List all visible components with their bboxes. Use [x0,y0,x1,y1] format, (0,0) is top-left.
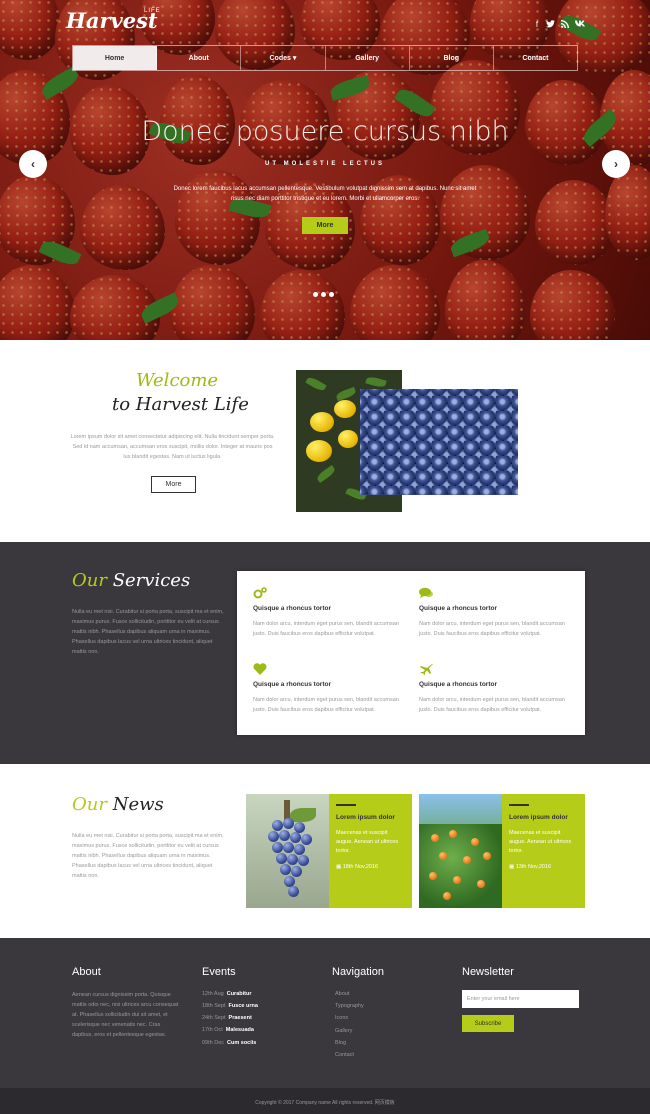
nav-item-contact[interactable]: Contact [494,46,577,70]
service-item: Quisque a rhoncus tortor Nam dolor arcu,… [253,663,409,715]
services-heading-accent: Our [72,570,107,591]
services-heading: Our Services [72,570,190,591]
event-name: Praesent [228,1015,252,1021]
plane-icon [419,663,433,675]
footer-navigation-heading: Navigation [332,966,384,978]
footer-link-icons[interactable]: Icons [335,1015,348,1021]
slider-pagination [313,292,334,297]
facebook-icon[interactable]: f [532,20,542,30]
main-navigation: Home About Codes ▾ Gallery Blog Contact [72,45,578,71]
event-name: Curabitur [226,991,252,997]
event-date: 09th Dec [202,1040,225,1046]
calendar-icon: ▦ [336,864,342,870]
twitter-icon[interactable] [545,20,555,30]
event-date: 17th Oct [202,1027,223,1033]
event-date: 24th Sept [202,1015,226,1021]
nav-item-gallery[interactable]: Gallery [326,46,410,70]
news-card-text: Maecenas et suscipit augue. Aenean ut ul… [336,830,399,854]
footer-link-gallery[interactable]: Gallery [335,1028,352,1034]
event-date: 18th Sept [202,1003,226,1009]
footer-events-heading: Events [202,966,236,978]
event-item[interactable]: 18th Sept Fusce urna [202,1003,258,1009]
calendar-icon: ▦ [509,864,515,870]
event-name: Malesuada [225,1027,254,1033]
hero-more-button[interactable]: More [302,217,348,234]
news-card-date: ▦ 18th Nov,2016 [336,864,405,870]
event-item[interactable]: 12th Aug Curabitur [202,991,251,997]
news-heading-accent: Our [72,794,107,815]
news-text: Nulla eu met nisi. Curabitur si porta po… [72,833,224,879]
news-heading-rest: News [112,794,164,815]
news-card-date-text: 18th Nov,2016 [342,864,379,870]
slider-dot[interactable] [313,292,318,297]
news-card-divider [509,804,529,806]
service-text: Nam dolor arcu, interdum eget purus sen,… [253,621,399,637]
heart-icon [253,663,267,675]
news-card[interactable]: Lorem ipsum dolor Maecenas et suscipit a… [502,794,585,908]
service-item: Quisque a rhoncus tortor Nam dolor arcu,… [253,587,409,639]
logo-tagline: LIFE [144,8,161,14]
service-title: Quisque a rhoncus tortor [253,681,332,688]
event-item[interactable]: 17th Oct Malesuada [202,1027,254,1033]
service-text: Nam dolor arcu, interdum eget purus sen,… [253,697,399,713]
welcome-script-heading: Welcome [136,370,219,391]
welcome-heading: to Harvest Life [112,394,249,415]
service-title: Quisque a rhoncus tortor [419,605,498,612]
event-date: 12th Aug [202,991,224,997]
event-name: Cum sociis [227,1040,257,1046]
footer-link-about[interactable]: About [335,991,349,997]
slider-prev-arrow-icon[interactable]: ‹ [19,150,47,178]
nav-item-about[interactable]: About [157,46,242,70]
hero-slider: Harvest LIFE f Home About Codes ▾ Galler… [0,0,650,340]
hero-subtitle: UT MOLESTIE LECTUS [265,161,385,167]
welcome-more-button[interactable]: More [151,476,196,493]
news-heading: Our News [72,794,164,815]
hero-title: Donec posuere cursus nibh [141,116,509,147]
newsletter-email-input[interactable]: Enter your email here [462,990,579,1008]
news-card-text: Maecenas et suscipit augue. Aenean ut ul… [509,830,572,854]
footer-link-blog[interactable]: Blog [335,1040,346,1046]
event-item[interactable]: 24th Sept Praesent [202,1015,252,1021]
chat-icon [419,587,433,599]
news-card-divider [336,804,356,806]
subscribe-button[interactable]: Subscribe [462,1015,514,1032]
footer-newsletter-heading: Newsletter [462,966,514,978]
news-card-title[interactable]: Lorem ipsum dolor [509,814,578,821]
footer-about-text: Aenean cursus dignissim porta. Quisque m… [72,992,179,1038]
news-card-title[interactable]: Lorem ipsum dolor [336,814,405,821]
footer-link-contact[interactable]: Contact [335,1052,354,1058]
rss-icon[interactable] [560,20,570,30]
gears-icon [253,587,267,599]
event-name: Fusce urna [228,1003,258,1009]
vk-icon[interactable] [575,20,585,30]
service-text: Nam dolor arcu, interdum eget purus sen,… [419,621,565,637]
news-card-date-text: 13th Nov,2016 [515,864,552,870]
services-heading-rest: Services [112,570,191,591]
service-item: Quisque a rhoncus tortor Nam dolor arcu,… [419,663,575,715]
hero-description: Donec lorem faucibus lacus accumsan pell… [173,186,477,202]
event-item[interactable]: 09th Dec Cum sociis [202,1040,256,1046]
oranges-image[interactable] [419,794,502,908]
news-card-date: ▦ 13th Nov,2016 [509,864,578,870]
nav-item-home[interactable]: Home [73,46,158,70]
footer-link-typography[interactable]: Typography [335,1003,364,1009]
nav-item-blog[interactable]: Blog [410,46,494,70]
grapes-image[interactable] [246,794,329,908]
services-card: Quisque a rhoncus tortor Nam dolor arcu,… [237,571,585,735]
footer-about-heading: About [72,966,101,978]
news-card[interactable]: Lorem ipsum dolor Maecenas et suscipit a… [329,794,412,908]
slider-dot[interactable] [321,292,326,297]
nav-item-codes-dropdown[interactable]: Codes ▾ [241,46,326,70]
service-title: Quisque a rhoncus tortor [419,681,498,688]
copyright-text: Copyright © 2017 Company name All rights… [255,1100,395,1106]
service-title: Quisque a rhoncus tortor [253,605,332,612]
slider-dot[interactable] [329,292,334,297]
services-text: Nulla eu met nisi. Curabitur si porta po… [72,609,224,655]
blueberries-image [360,389,518,495]
service-item: Quisque a rhoncus tortor Nam dolor arcu,… [419,587,575,639]
slider-next-arrow-icon[interactable]: › [602,150,630,178]
welcome-text: Lorem ipsum dolor sit amet consectetur a… [70,434,275,460]
service-text: Nam dolor arcu, interdum eget purus sen,… [419,697,565,713]
